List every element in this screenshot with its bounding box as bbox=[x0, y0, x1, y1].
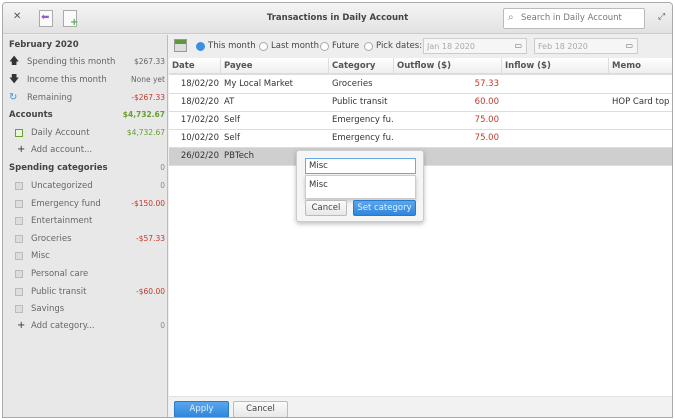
cell-date: 17/02/20 bbox=[180, 115, 219, 125]
table-row[interactable]: 18/02/20 My Local Market Groceries 57.33 bbox=[169, 76, 672, 94]
refresh-icon: ↻ bbox=[9, 92, 18, 103]
search-input[interactable]: ⌕ Search in Daily Account bbox=[503, 8, 645, 29]
category-icon bbox=[15, 182, 23, 190]
cell-payee: My Local Market bbox=[224, 79, 294, 89]
title-bar: ✕ ⬅ + Transactions in Daily Account ⌕ Sea… bbox=[3, 3, 672, 34]
cell-date: 18/02/20 bbox=[180, 97, 219, 107]
action-bar: Apply Cancel bbox=[169, 396, 672, 417]
table-row[interactable]: 10/02/20 Self Emergency fu... 75.00 bbox=[169, 130, 672, 148]
cell-outflow: 57.33 bbox=[474, 79, 499, 89]
radio-this-month[interactable]: This month bbox=[196, 41, 256, 51]
suggestion-item[interactable]: Misc bbox=[305, 175, 416, 199]
calendar-icon bbox=[174, 39, 187, 52]
sidebar-category-item[interactable]: Public transit -$60.00 bbox=[9, 284, 165, 300]
start-date-input[interactable]: Jan 18 2020 ▭ bbox=[423, 38, 527, 54]
category-icon bbox=[15, 217, 23, 226]
cell-date: 18/02/20 bbox=[180, 79, 219, 89]
end-date-input[interactable]: Feb 18 2020 ▭ bbox=[534, 38, 638, 54]
add-account-button[interactable]: + Add account... bbox=[9, 142, 165, 158]
plus-icon: + bbox=[17, 320, 26, 331]
cell-payee: Self bbox=[224, 115, 240, 125]
cell-outflow: 60.00 bbox=[474, 97, 499, 107]
column-payee[interactable]: Payee bbox=[221, 58, 329, 75]
cell-outflow: 75.00 bbox=[474, 133, 499, 143]
cell-category: Emergency fu... bbox=[332, 133, 394, 143]
sidebar-category-item[interactable]: Savings bbox=[9, 301, 165, 317]
cell-payee: Self bbox=[224, 133, 240, 143]
sidebar-item-daily-account[interactable]: Daily Account $4,732.67 bbox=[9, 125, 165, 141]
column-inflow[interactable]: Inflow ($) bbox=[502, 58, 609, 75]
radio-last-month[interactable]: Last month bbox=[259, 41, 319, 51]
date-filter-bar: This month Last month Future Pick dates:… bbox=[169, 35, 672, 58]
cell-payee: AT bbox=[224, 97, 235, 107]
category-icon bbox=[15, 234, 23, 243]
sidebar-category-item[interactable]: Misc bbox=[9, 248, 165, 264]
column-outflow[interactable]: Outflow ($) bbox=[394, 58, 502, 75]
sidebar-category-item[interactable]: Uncategorized 0 bbox=[9, 178, 165, 194]
category-input[interactable] bbox=[305, 158, 416, 174]
set-category-button[interactable]: Set category bbox=[353, 200, 416, 216]
radio-future[interactable]: Future bbox=[320, 41, 359, 51]
category-icon bbox=[15, 287, 23, 296]
category-icon bbox=[15, 199, 23, 208]
cell-outflow: 75.00 bbox=[474, 115, 499, 125]
cell-date: 10/02/20 bbox=[180, 133, 219, 143]
cell-memo: HOP Card top up bbox=[612, 97, 672, 107]
sidebar: February 2020 🡅 Spending this month $267.3… bbox=[3, 35, 168, 417]
plus-icon: + bbox=[17, 144, 26, 155]
cell-category: Emergency fu... bbox=[332, 115, 394, 125]
month-heading: February 2020 bbox=[9, 40, 79, 50]
popover-cancel-button[interactable]: Cancel bbox=[305, 200, 347, 216]
sidebar-spending[interactable]: 🡅 Spending this month $267.33 bbox=[9, 54, 165, 70]
sidebar-remaining[interactable]: ↻ Remaining -$267.33 bbox=[9, 90, 165, 106]
category-icon bbox=[15, 305, 23, 314]
account-icon bbox=[15, 129, 23, 137]
category-icon bbox=[15, 270, 23, 278]
table-header: Date Payee Category Outflow ($) Inflow (… bbox=[169, 58, 672, 75]
sidebar-category-item[interactable]: Emergency fund -$150.00 bbox=[9, 196, 165, 212]
radio-pick-dates[interactable]: Pick dates: bbox=[364, 41, 422, 51]
category-popover: Misc Cancel Set category bbox=[296, 150, 424, 222]
add-category-button[interactable]: + Add category... 0 bbox=[9, 318, 165, 334]
cancel-button[interactable]: Cancel bbox=[233, 401, 288, 417]
search-placeholder: Search in Daily Account bbox=[521, 13, 622, 23]
arrow-up-icon: 🡅 bbox=[9, 56, 20, 67]
main-panel: This month Last month Future Pick dates:… bbox=[169, 35, 672, 417]
calendar-icon[interactable]: ▭ bbox=[514, 41, 522, 50]
accounts-heading: Accounts $4,732.67 bbox=[9, 110, 165, 120]
table-row[interactable]: 18/02/20 AT Public transit 60.00 HOP Car… bbox=[169, 94, 672, 112]
column-memo[interactable]: Memo bbox=[609, 58, 672, 75]
sidebar-category-item[interactable]: Entertainment bbox=[9, 213, 165, 229]
table-row[interactable]: 17/02/20 Self Emergency fu... 75.00 bbox=[169, 112, 672, 130]
apply-button[interactable]: Apply bbox=[174, 401, 229, 417]
sidebar-income[interactable]: 🡇 Income this month None yet bbox=[9, 72, 165, 88]
cell-date: 26/02/20 bbox=[180, 151, 219, 161]
column-category[interactable]: Category bbox=[329, 58, 394, 75]
calendar-icon[interactable]: ▭ bbox=[625, 41, 633, 50]
maximize-icon[interactable]: ⤢ bbox=[658, 12, 665, 22]
categories-heading: Spending categories 0 bbox=[9, 163, 165, 173]
sidebar-category-item[interactable]: Groceries -$57.33 bbox=[9, 231, 165, 247]
sidebar-category-item[interactable]: Personal care bbox=[9, 266, 165, 282]
cell-category: Groceries bbox=[332, 79, 373, 89]
cell-category: Public transit bbox=[332, 97, 388, 107]
arrow-down-icon: 🡇 bbox=[9, 74, 20, 85]
search-icon: ⌕ bbox=[508, 12, 514, 23]
column-date[interactable]: Date bbox=[169, 58, 221, 75]
category-icon bbox=[15, 252, 23, 261]
